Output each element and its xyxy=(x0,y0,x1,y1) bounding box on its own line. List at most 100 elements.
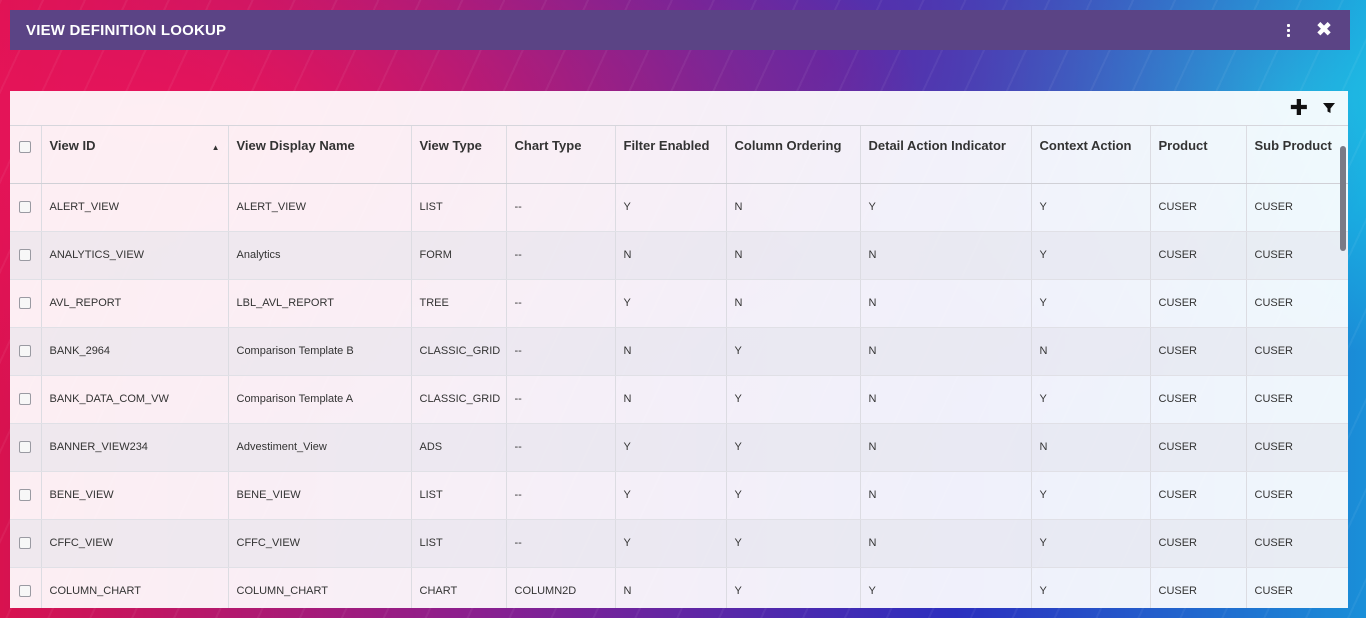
close-icon[interactable]: ✖ xyxy=(1314,20,1334,40)
table-cell: N xyxy=(615,375,727,424)
table-cell: N xyxy=(860,327,1032,376)
table-cell: CUSER xyxy=(1246,231,1348,280)
add-icon[interactable]: ✚ xyxy=(1288,97,1310,119)
row-checkbox[interactable] xyxy=(19,585,32,598)
table-cell: CUSER xyxy=(1150,519,1247,568)
table-cell: -- xyxy=(506,519,616,568)
table-cell: Y xyxy=(1031,375,1151,424)
vertical-scrollbar[interactable] xyxy=(1340,146,1346,251)
row-checkbox[interactable] xyxy=(19,393,32,406)
select-all-checkbox[interactable] xyxy=(19,140,32,153)
column-header-chart-type[interactable]: Chart Type xyxy=(506,126,616,184)
table-cell: Y xyxy=(615,279,727,328)
more-options-icon[interactable] xyxy=(1278,20,1298,40)
row-select-cell xyxy=(10,471,42,520)
row-checkbox[interactable] xyxy=(19,249,32,262)
table-cell: Y xyxy=(615,183,727,232)
row-select-cell xyxy=(10,423,42,472)
table-cell: TREE xyxy=(411,279,507,328)
table-cell: -- xyxy=(506,423,616,472)
row-checkbox[interactable] xyxy=(19,345,32,358)
table-cell: N xyxy=(860,471,1032,520)
table-cell: N xyxy=(1031,423,1151,472)
table-row[interactable]: COLUMN_CHART COLUMN_CHART CHART COLUMN2D N Y Y… xyxy=(10,567,1348,608)
table-row[interactable]: BANNER_VIEW234 Advestiment_View ADS -- Y Y N N C… xyxy=(10,423,1348,472)
row-checkbox[interactable] xyxy=(19,297,32,310)
table-cell: N xyxy=(726,183,861,232)
table-cell: BANK_2964 xyxy=(41,327,229,376)
table-row[interactable]: ANALYTICS_VIEW Analytics FORM -- N N N Y CUSER CU… xyxy=(10,231,1348,280)
row-checkbox[interactable] xyxy=(19,489,32,502)
table-cell: Y xyxy=(615,471,727,520)
row-select-cell xyxy=(10,279,42,328)
table-cell: CFFC_VIEW xyxy=(41,519,229,568)
table-cell: Y xyxy=(726,423,861,472)
table-cell: ADS xyxy=(411,423,507,472)
table-cell: CUSER xyxy=(1246,471,1348,520)
table-cell: BENE_VIEW xyxy=(228,471,412,520)
table-cell: COLUMN_CHART xyxy=(228,567,412,608)
table-cell: Y xyxy=(860,567,1032,608)
table-cell: Y xyxy=(1031,231,1151,280)
table-cell: Advestiment_View xyxy=(228,423,412,472)
table-cell: CUSER xyxy=(1246,375,1348,424)
table-cell: CUSER xyxy=(1246,567,1348,608)
table-row[interactable]: AVL_REPORT LBL_AVL_REPORT TREE -- Y N N Y CUSER C… xyxy=(10,279,1348,328)
table-cell: CUSER xyxy=(1150,423,1247,472)
table-row[interactable]: BENE_VIEW BENE_VIEW LIST -- Y Y N Y CUSER CUSER xyxy=(10,471,1348,520)
dialog-titlebar: VIEW DEFINITION LOOKUP ✖ xyxy=(10,10,1350,50)
table-cell: N xyxy=(860,375,1032,424)
table-row[interactable]: BANK_2964 Comparison Template B CLASSIC_GR… xyxy=(10,327,1348,376)
table-cell: CUSER xyxy=(1246,279,1348,328)
row-checkbox[interactable] xyxy=(19,201,32,214)
table-cell: -- xyxy=(506,375,616,424)
table-cell: N xyxy=(860,231,1032,280)
table-cell: N xyxy=(1031,327,1151,376)
table-row[interactable]: CFFC_VIEW CFFC_VIEW LIST -- Y Y N Y CUSER CUSER xyxy=(10,519,1348,568)
column-header-product[interactable]: Product xyxy=(1150,126,1247,184)
table-cell: ALERT_VIEW xyxy=(228,183,412,232)
table-header-row: View ID ▲ View Display Name View Type Ch… xyxy=(10,126,1348,184)
row-checkbox[interactable] xyxy=(19,537,32,550)
row-select-cell xyxy=(10,519,42,568)
table-cell: Y xyxy=(1031,279,1151,328)
table-cell: CUSER xyxy=(1150,183,1247,232)
table-cell: LIST xyxy=(411,519,507,568)
table-cell: Y xyxy=(1031,567,1151,608)
column-header-detail-action-indicator[interactable]: Detail Action Indicator xyxy=(860,126,1032,184)
table-cell: LBL_AVL_REPORT xyxy=(228,279,412,328)
table-cell: Y xyxy=(615,519,727,568)
column-header-filter-enabled[interactable]: Filter Enabled xyxy=(615,126,727,184)
dialog-title: VIEW DEFINITION LOOKUP xyxy=(26,21,227,39)
filter-icon[interactable] xyxy=(1318,97,1340,119)
table-cell: -- xyxy=(506,279,616,328)
table-cell: N xyxy=(615,231,727,280)
table-cell: AVL_REPORT xyxy=(41,279,229,328)
table-cell: LIST xyxy=(411,183,507,232)
table-cell: CUSER xyxy=(1150,231,1247,280)
table-cell: Y xyxy=(726,519,861,568)
column-header-view-id[interactable]: View ID ▲ xyxy=(41,126,229,184)
column-header-view-display-name[interactable]: View Display Name xyxy=(228,126,412,184)
sort-ascending-icon[interactable]: ▲ xyxy=(212,138,220,158)
column-header-context-action[interactable]: Context Action xyxy=(1031,126,1151,184)
grid-toolbar: ✚ xyxy=(10,91,1348,126)
table-cell: -- xyxy=(506,327,616,376)
row-checkbox[interactable] xyxy=(19,441,32,454)
table-cell: Y xyxy=(726,327,861,376)
column-header-column-ordering[interactable]: Column Ordering xyxy=(726,126,861,184)
table-cell: Y xyxy=(1031,471,1151,520)
table-cell: N xyxy=(860,519,1032,568)
table-row[interactable]: ALERT_VIEW ALERT_VIEW LIST -- Y N Y Y CUSER CUSER xyxy=(10,183,1348,232)
table-cell: Comparison Template A xyxy=(228,375,412,424)
table-cell: BENE_VIEW xyxy=(41,471,229,520)
table-cell: ANALYTICS_VIEW xyxy=(41,231,229,280)
select-all-header xyxy=(10,126,42,184)
table-cell: Y xyxy=(726,375,861,424)
row-select-cell xyxy=(10,567,42,608)
table-cell: Y xyxy=(726,471,861,520)
table-row[interactable]: BANK_DATA_COM_VW Comparison Template A CLA… xyxy=(10,375,1348,424)
table-cell: Analytics xyxy=(228,231,412,280)
column-header-sub-product[interactable]: Sub Product xyxy=(1246,126,1348,184)
column-header-view-type[interactable]: View Type xyxy=(411,126,507,184)
